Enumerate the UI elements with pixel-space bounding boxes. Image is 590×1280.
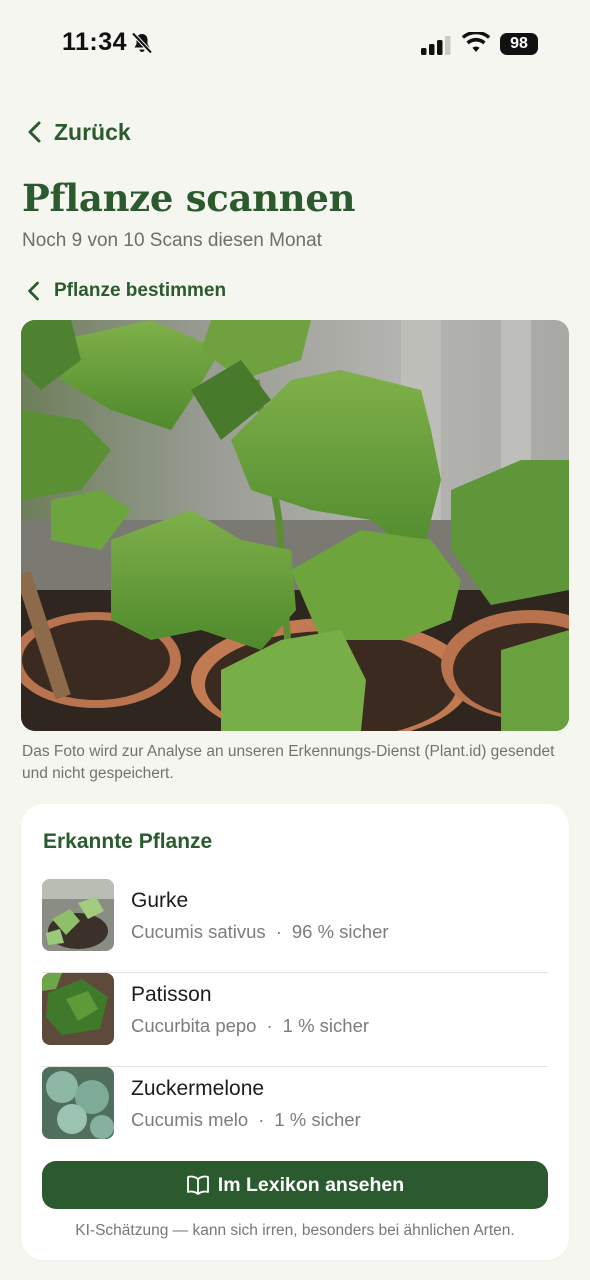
result-item-patisson[interactable]: Patisson Cucurbita pepo · 1 % sicher (42, 973, 548, 1067)
results-card: Erkannte Pflanze Gurke Cucumis sativus · 9… (21, 804, 569, 1260)
wifi-icon (462, 32, 490, 52)
separator: · (266, 1015, 273, 1036)
result-thumbnail (42, 973, 114, 1045)
result-confidence: 1 % sicher (274, 1109, 361, 1130)
page-title: Pflanze scannen (22, 176, 356, 220)
status-bar: 11:34 98 (0, 0, 590, 88)
chevron-left-icon (28, 121, 41, 143)
signal-icon (421, 36, 451, 55)
result-item-zuckermelone[interactable]: Zuckermelone Cucumis melo · 1 % sicher (42, 1067, 548, 1161)
result-latin: Cucumis sativus (131, 921, 266, 942)
result-latin: Cucumis melo (131, 1109, 249, 1130)
result-confidence: 1 % sicher (282, 1015, 370, 1036)
scanned-plant-photo (21, 320, 569, 731)
result-thumbnail (42, 879, 114, 951)
results-title: Erkannte Pflanze (43, 830, 213, 853)
ai-disclaimer: KI-Schätzung — kann sich irren, besonder… (75, 1222, 515, 1239)
result-confidence: 96 % sicher (291, 921, 389, 942)
result-latin: Cucurbita pepo (131, 1015, 257, 1036)
bell-slash-icon (131, 32, 153, 54)
result-name: Zuckermelone (131, 1077, 265, 1100)
result-meta: Cucumis melo · 1 % sicher (131, 1109, 361, 1131)
result-meta: Cucumis sativus · 96 % sicher (131, 921, 389, 943)
scan-quota-text: Noch 9 von 10 Scans diesen Monat (22, 230, 322, 251)
lexikon-button-label: Im Lexikon ansehen (217, 1173, 405, 1196)
result-name: Gurke (131, 889, 189, 912)
result-meta: Cucurbita pepo · 1 % sicher (131, 1015, 369, 1037)
identify-plant-label: Pflanze bestimmen (54, 280, 227, 301)
book-icon (186, 1175, 209, 1195)
result-thumbnail (42, 1067, 114, 1139)
chevron-left-icon (28, 281, 39, 301)
privacy-note: Das Foto wird zur Analyse an unseren Erk… (22, 743, 555, 782)
back-label: Zurück (54, 118, 131, 145)
open-lexikon-button[interactable]: Im Lexikon ansehen (42, 1161, 548, 1209)
identify-plant-back-button[interactable]: Pflanze bestimmen (26, 276, 226, 306)
separator: · (275, 921, 282, 942)
back-button[interactable]: Zurück (26, 114, 131, 150)
battery-icon: 98 (500, 33, 538, 55)
result-name: Patisson (131, 983, 212, 1006)
status-time: 11:34 (62, 28, 128, 56)
result-item-gurke[interactable]: Gurke Cucumis sativus · 96 % sicher (42, 879, 548, 973)
separator: · (258, 1109, 265, 1130)
